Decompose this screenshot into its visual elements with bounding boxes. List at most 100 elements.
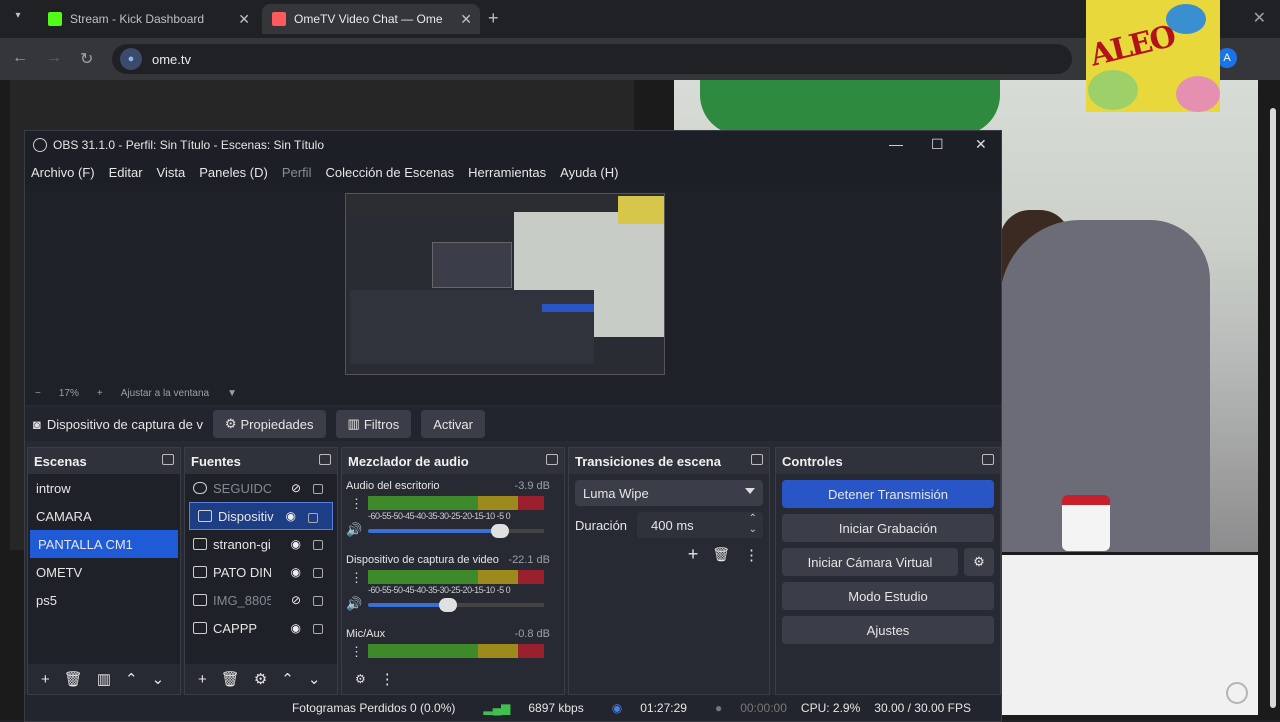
tab-close-icon[interactable]: ✕ bbox=[460, 11, 472, 28]
scene-item[interactable]: ps5 bbox=[28, 586, 180, 614]
scene-item[interactable]: OMETV bbox=[28, 558, 180, 586]
new-tab-icon[interactable]: + bbox=[488, 8, 499, 29]
more-icon[interactable]: ⋮ bbox=[744, 546, 759, 564]
back-icon[interactable]: ← bbox=[12, 49, 28, 67]
activate-button[interactable]: Activar bbox=[421, 410, 485, 438]
menu-perfil[interactable]: Perfil bbox=[282, 165, 312, 180]
profile-avatar[interactable]: A bbox=[1217, 48, 1237, 68]
tab-search-icon[interactable]: ▾ bbox=[8, 10, 28, 28]
mixer-footer: ⚙ ⋮ bbox=[342, 664, 564, 694]
add-icon[interactable]: + bbox=[688, 544, 699, 565]
more-icon[interactable]: ⋮ bbox=[350, 496, 363, 512]
start-recording-button[interactable]: Iniciar Grabación bbox=[782, 514, 994, 542]
volume-slider[interactable] bbox=[368, 598, 544, 612]
menu-vista[interactable]: Vista bbox=[157, 165, 186, 180]
page-scrollbar[interactable] bbox=[1270, 98, 1276, 718]
eye-icon[interactable]: ◉ bbox=[291, 621, 301, 635]
mixer-header: Mezclador de audio bbox=[342, 448, 564, 474]
tab-ometv[interactable]: OmeTV Video Chat — Ome ✕ bbox=[262, 4, 480, 34]
eye-icon[interactable]: ◉ bbox=[286, 509, 296, 523]
scene-item-selected[interactable]: PANTALLA CM1 bbox=[30, 530, 178, 558]
menu-paneles[interactable]: Paneles (D) bbox=[199, 165, 268, 180]
lock-icon[interactable] bbox=[313, 540, 323, 550]
lock-icon[interactable] bbox=[308, 513, 318, 523]
eye-icon[interactable]: ◉ bbox=[291, 565, 301, 579]
undock-icon[interactable] bbox=[982, 454, 994, 465]
lock-icon[interactable] bbox=[313, 568, 323, 578]
maximize-icon[interactable]: ☐ bbox=[931, 136, 944, 153]
chat-input-area[interactable] bbox=[1000, 555, 1258, 715]
start-virtual-cam-button[interactable]: Iniciar Cámara Virtual bbox=[782, 548, 958, 576]
lock-icon[interactable] bbox=[313, 596, 323, 606]
lock-icon[interactable] bbox=[313, 624, 323, 634]
more-icon[interactable]: ⋮ bbox=[350, 570, 363, 586]
stepper-icon[interactable]: ⌃ ⌄ bbox=[749, 513, 757, 535]
source-item[interactable]: PATO DINI ◉ bbox=[185, 558, 337, 586]
undock-icon[interactable] bbox=[319, 454, 331, 465]
speaker-icon[interactable]: 🔊 bbox=[346, 596, 362, 612]
trash-icon[interactable]: 🗑 bbox=[712, 546, 730, 563]
trash-icon[interactable]: 🗑 bbox=[221, 670, 240, 688]
add-icon[interactable]: + bbox=[198, 671, 207, 688]
zoom-in-icon[interactable]: + bbox=[97, 388, 103, 399]
menu-editar[interactable]: Editar bbox=[109, 165, 143, 180]
source-item[interactable]: stranon-gi ◉ bbox=[185, 530, 337, 558]
eye-hidden-icon[interactable]: ⊘ bbox=[291, 593, 301, 607]
source-item[interactable]: CAPPP ◉ bbox=[185, 614, 337, 642]
menu-coleccion[interactable]: Colección de Escenas bbox=[325, 165, 454, 180]
gear-icon[interactable]: ⚙ bbox=[254, 670, 267, 688]
stop-stream-button[interactable]: Detener Transmisión bbox=[782, 480, 994, 508]
menu-ayuda[interactable]: Ayuda (H) bbox=[560, 165, 618, 180]
tab-close-icon[interactable]: ✕ bbox=[238, 11, 250, 28]
scene-item[interactable]: CAMARA bbox=[28, 502, 180, 530]
source-item[interactable]: IMG_8805 ⊘ bbox=[185, 586, 337, 614]
trash-icon[interactable]: 🗑 bbox=[64, 670, 83, 688]
minimize-icon[interactable]: — bbox=[889, 136, 903, 152]
settings-button[interactable]: Ajustes bbox=[782, 616, 994, 644]
more-icon[interactable]: ⋮ bbox=[380, 670, 395, 688]
studio-mode-button[interactable]: Modo Estudio bbox=[782, 582, 994, 610]
zoom-fit-select[interactable]: Ajustar a la ventana bbox=[121, 388, 209, 399]
filter-icon[interactable]: ▥ bbox=[97, 670, 111, 688]
transitions-header: Transiciones de escena bbox=[569, 448, 769, 474]
duration-field[interactable]: 400 ms ⌃ ⌄ bbox=[637, 512, 763, 538]
source-item-selected[interactable]: Dispositiv ◉ bbox=[189, 502, 333, 530]
more-icon[interactable]: ⋮ bbox=[350, 644, 363, 660]
undock-icon[interactable] bbox=[162, 454, 174, 465]
image-icon bbox=[193, 566, 207, 578]
obs-preview[interactable] bbox=[25, 185, 1001, 385]
site-info-icon[interactable]: ● bbox=[120, 48, 142, 70]
eye-hidden-icon[interactable]: ⊘ bbox=[291, 481, 301, 495]
scene-item[interactable]: introw bbox=[28, 474, 180, 502]
forward-icon[interactable]: → bbox=[46, 49, 62, 67]
filters-button[interactable]: ▥ Filtros bbox=[335, 410, 412, 438]
image-icon bbox=[193, 594, 207, 606]
url-field[interactable]: ● ome.tv bbox=[112, 44, 1072, 74]
properties-button[interactable]: ⚙ Propiedades bbox=[212, 410, 326, 438]
advanced-audio-icon[interactable]: ⚙ bbox=[355, 672, 366, 686]
window-close-icon[interactable]: ✕ bbox=[1253, 8, 1266, 28]
undock-icon[interactable] bbox=[751, 454, 763, 465]
zoom-out-icon[interactable]: − bbox=[35, 388, 41, 399]
source-item[interactable]: SEGUIDOF⊘ bbox=[185, 474, 337, 502]
chevron-up-icon[interactable]: ⌃ bbox=[281, 670, 294, 688]
chevron-down-icon[interactable]: ▼ bbox=[227, 388, 237, 399]
add-icon[interactable]: + bbox=[41, 671, 50, 688]
virtual-cam-settings-icon[interactable]: ⚙ bbox=[964, 548, 994, 576]
menu-archivo[interactable]: Archivo (F) bbox=[31, 165, 95, 180]
eye-icon[interactable]: ◉ bbox=[291, 537, 301, 551]
chevron-up-icon[interactable]: ⌃ bbox=[125, 670, 138, 688]
tab-kick-dashboard[interactable]: Stream - Kick Dashboard ✕ bbox=[38, 4, 258, 34]
chevron-down-icon[interactable]: ⌄ bbox=[308, 670, 321, 688]
transition-select[interactable]: Luma Wipe bbox=[575, 480, 763, 506]
undock-icon[interactable] bbox=[546, 454, 558, 465]
reload-icon[interactable]: ↻ bbox=[80, 49, 93, 69]
chevron-down-icon[interactable]: ⌄ bbox=[152, 670, 165, 688]
menu-herramientas[interactable]: Herramientas bbox=[468, 165, 546, 180]
close-icon[interactable]: ✕ bbox=[975, 136, 987, 153]
speaker-icon[interactable]: 🔊 bbox=[346, 522, 362, 538]
sources-header: Fuentes bbox=[185, 448, 337, 474]
emoji-icon[interactable] bbox=[1226, 682, 1248, 704]
lock-icon[interactable] bbox=[313, 484, 323, 494]
volume-slider[interactable] bbox=[368, 524, 544, 538]
